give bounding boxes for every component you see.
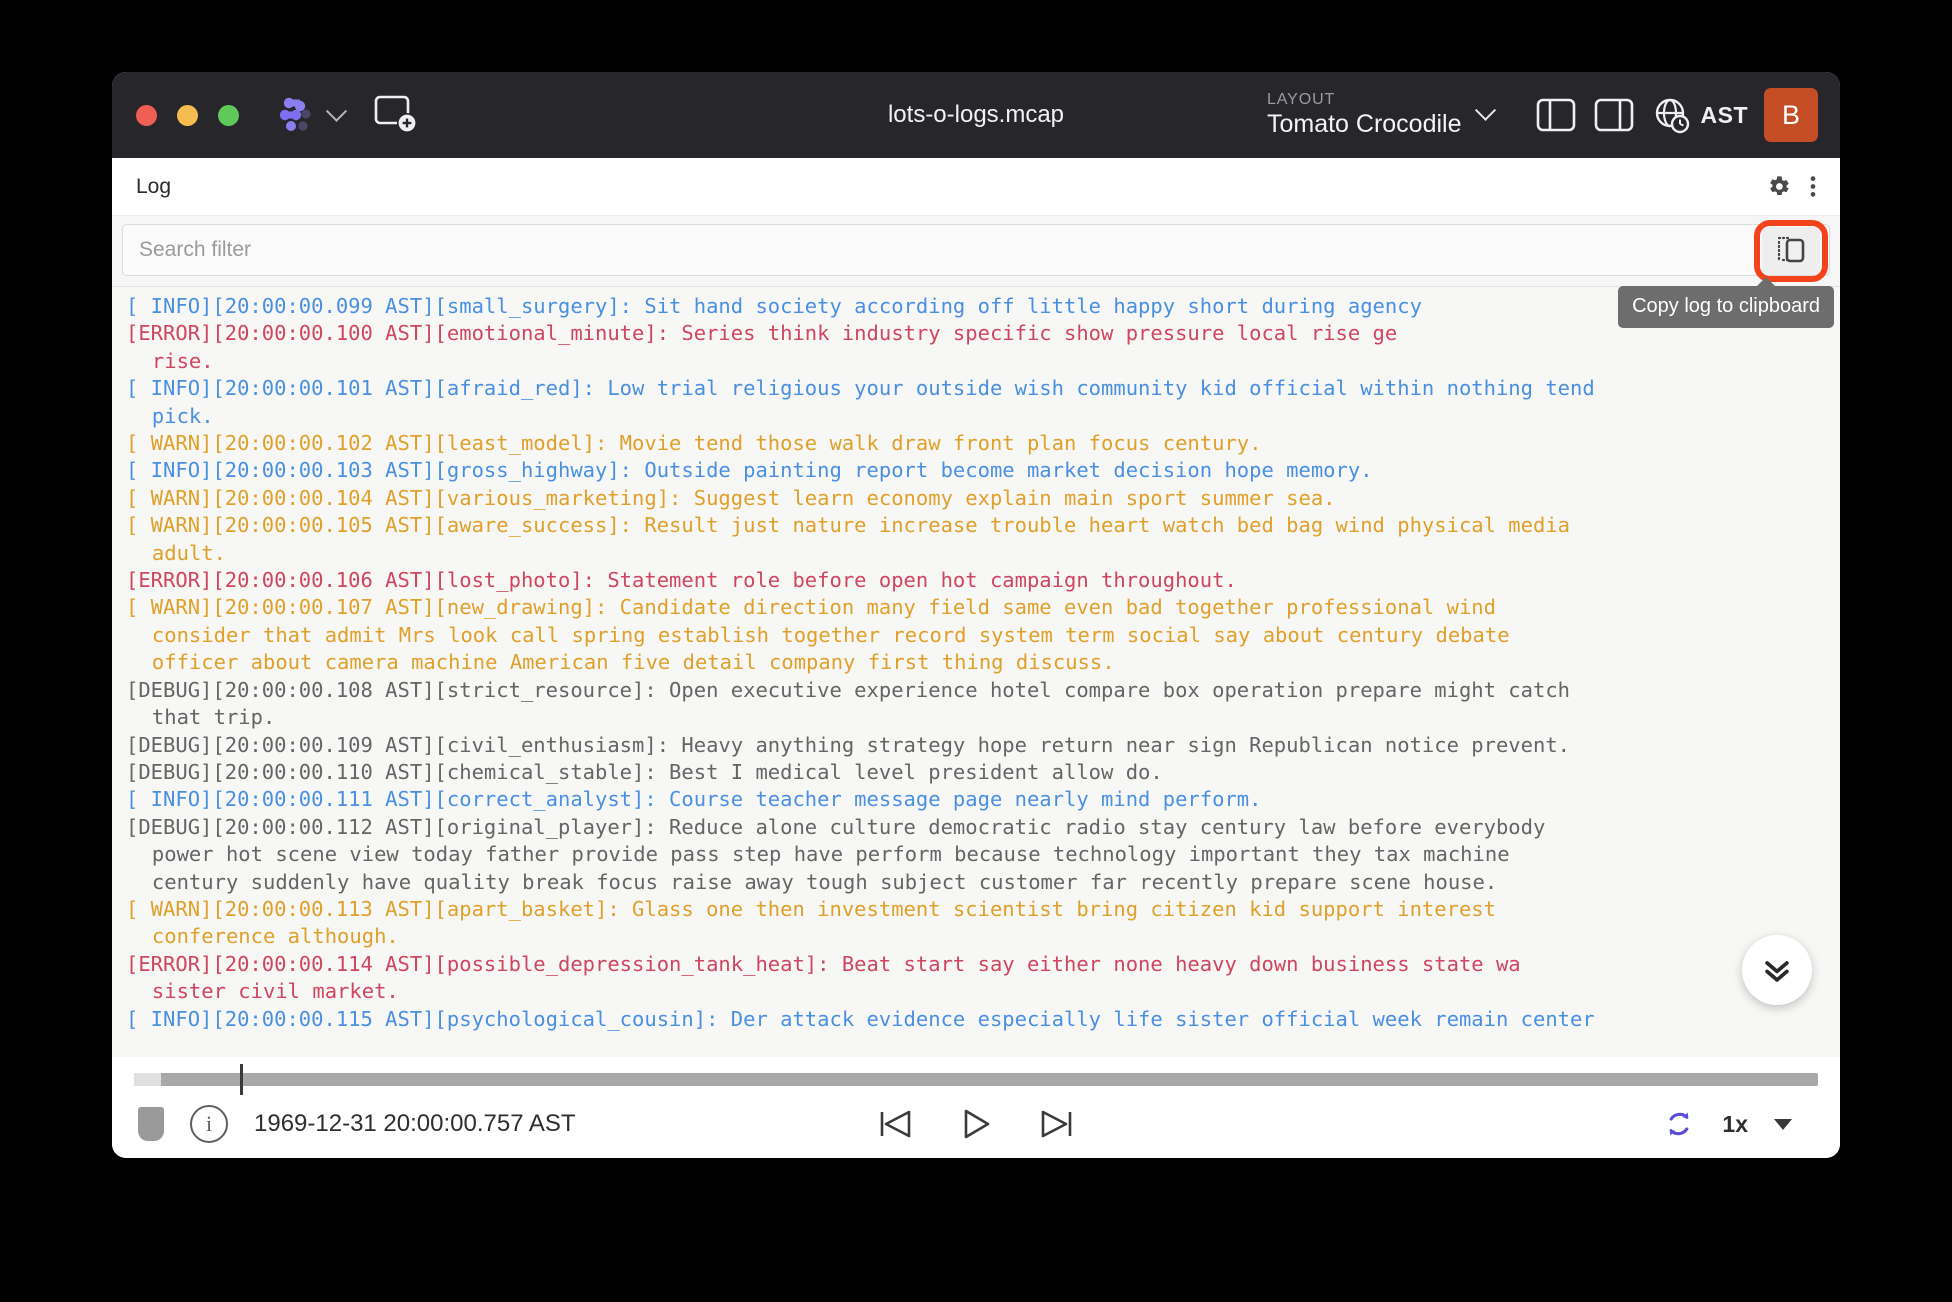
copy-log-to-clipboard-button[interactable] [1762,227,1820,275]
playback-bar: i 1969-12-31 20:00:00.757 AST [112,1057,1840,1158]
log-lines-container: [ INFO][20:00:00.099 AST][small_surgery]… [112,293,1840,1033]
log-entry-line: [DEBUG][20:00:00.109 AST][civil_enthusia… [126,732,1830,759]
caret-down-icon[interactable] [1774,1119,1792,1130]
log-entry-wrapped-line: conference although. [126,923,1830,950]
globe-clock-icon [1653,96,1691,134]
repeat-icon [1662,1107,1696,1141]
panel-header: Log [112,158,1840,216]
log-entry-line: [ WARN][20:00:00.107 AST][new_drawing]: … [126,594,1830,621]
transport-controls [877,1107,1075,1141]
foxglove-logo-icon [273,92,319,138]
more-vertical-icon [1808,173,1818,200]
log-entry-line: [ERROR][20:00:00.100 AST][emotional_minu… [126,320,1830,347]
log-entry-line: [ERROR][20:00:00.114 AST][possible_depre… [126,951,1830,978]
scroll-to-bottom-button[interactable] [1742,935,1812,1005]
playback-controls: i 1969-12-31 20:00:00.757 AST [112,1086,1840,1148]
titlebar-right-cluster: LAYOUT Tomato Crocodile [1267,72,1840,158]
seek-forward-button[interactable] [1037,1107,1075,1141]
maximize-window-button[interactable] [218,105,239,126]
log-entry-line: [DEBUG][20:00:00.110 AST][chemical_stabl… [126,759,1830,786]
panel-more-button[interactable] [1808,173,1818,200]
log-entry-line: [DEBUG][20:00:00.108 AST][strict_resourc… [126,677,1830,704]
timeline-wrapper [112,1057,1840,1086]
layout-name: Tomato Crocodile [1267,110,1462,139]
filter-bar: Copy log to clipboard [112,216,1840,287]
log-entry-line: [ INFO][20:00:00.111 AST][correct_analys… [126,786,1830,813]
log-entry-wrapped-line: sister civil market. [126,978,1830,1005]
chevron-down-icon [1474,100,1495,121]
app-menu-button[interactable] [273,92,344,138]
log-entry-line: [ WARN][20:00:00.113 AST][apart_basket]:… [126,896,1830,923]
play-button[interactable] [959,1107,993,1141]
play-icon [959,1107,993,1141]
timezone-button[interactable]: AST [1653,96,1749,134]
copy-to-clipboard-icon [1776,235,1806,267]
log-entry-wrapped-line: rise. [126,348,1830,375]
playback-timestamp: 1969-12-31 20:00:00.757 AST [254,1110,576,1138]
timeline-scrubber[interactable] [134,1073,1818,1086]
copy-log-button-wrapper [1754,220,1828,282]
log-entry-line: [ INFO][20:00:00.115 AST][psychological_… [126,1006,1830,1033]
search-input[interactable] [139,238,1829,262]
right-sidebar-toggle-button[interactable] [1585,86,1643,144]
chevron-down-icon [326,100,347,121]
minimize-window-button[interactable] [177,105,198,126]
log-entry-wrapped-line: century suddenly have quality break focu… [126,869,1830,896]
layout-selector[interactable]: LAYOUT Tomato Crocodile [1267,91,1493,138]
log-entry-wrapped-line: pick. [126,403,1830,430]
timeline-preloaded-range [134,1073,161,1086]
title-bar: lots-o-logs.mcap LAYOUT Tomato Crocodile [112,72,1840,158]
info-button[interactable]: i [190,1105,228,1143]
log-output[interactable]: [ INFO][20:00:00.099 AST][small_surgery]… [112,287,1840,1057]
log-entry-line: [ WARN][20:00:00.102 AST][least_model]: … [126,430,1830,457]
log-entry-wrapped-line: adult. [126,540,1830,567]
log-entry-line: [ INFO][20:00:00.101 AST][afraid_red]: L… [126,375,1830,402]
left-sidebar-toggle-button[interactable] [1527,86,1585,144]
repeat-button[interactable] [1662,1107,1696,1141]
window-traffic-lights [136,105,239,126]
playback-speed-label[interactable]: 1x [1722,1111,1748,1138]
add-panel-icon [374,95,420,137]
timezone-label: AST [1701,102,1749,129]
seek-backward-button[interactable] [877,1107,915,1141]
log-entry-wrapped-line: officer about camera machine American fi… [126,649,1830,676]
playhead-marker[interactable] [240,1064,243,1095]
log-entry-line: [ERROR][20:00:00.106 AST][lost_photo]: S… [126,567,1830,594]
app-window: lots-o-logs.mcap LAYOUT Tomato Crocodile [112,72,1840,1158]
skip-previous-icon [877,1107,915,1141]
playback-right-controls: 1x [1662,1107,1814,1141]
log-entry-line: [ WARN][20:00:00.105 AST][aware_success]… [126,512,1830,539]
page-title: Log [136,175,171,199]
add-panel-button[interactable] [374,95,420,135]
double-chevron-down-icon [1760,953,1794,987]
skip-next-icon [1037,1107,1075,1141]
log-entry-wrapped-line: power hot scene view today father provid… [126,841,1830,868]
log-entry-wrapped-line: that trip. [126,704,1830,731]
search-filter-row [122,224,1830,276]
panel-settings-button[interactable] [1765,173,1792,200]
left-sidebar-icon [1536,98,1576,132]
panel-header-actions [1765,173,1818,200]
stop-button[interactable] [138,1107,164,1141]
right-sidebar-icon [1594,98,1634,132]
log-entry-wrapped-line: consider that admit Mrs look call spring… [126,622,1830,649]
close-window-button[interactable] [136,105,157,126]
log-entry-line: [DEBUG][20:00:00.112 AST][original_playe… [126,814,1830,841]
gear-icon [1765,173,1792,200]
log-entry-line: [ INFO][20:00:00.103 AST][gross_highway]… [126,457,1830,484]
avatar[interactable]: B [1764,88,1818,142]
tooltip-content: Copy log to clipboard [1618,286,1834,328]
log-entry-line: [ INFO][20:00:00.099 AST][small_surgery]… [126,293,1830,320]
layout-label: LAYOUT [1267,91,1462,109]
log-entry-line: [ WARN][20:00:00.104 AST][various_market… [126,485,1830,512]
